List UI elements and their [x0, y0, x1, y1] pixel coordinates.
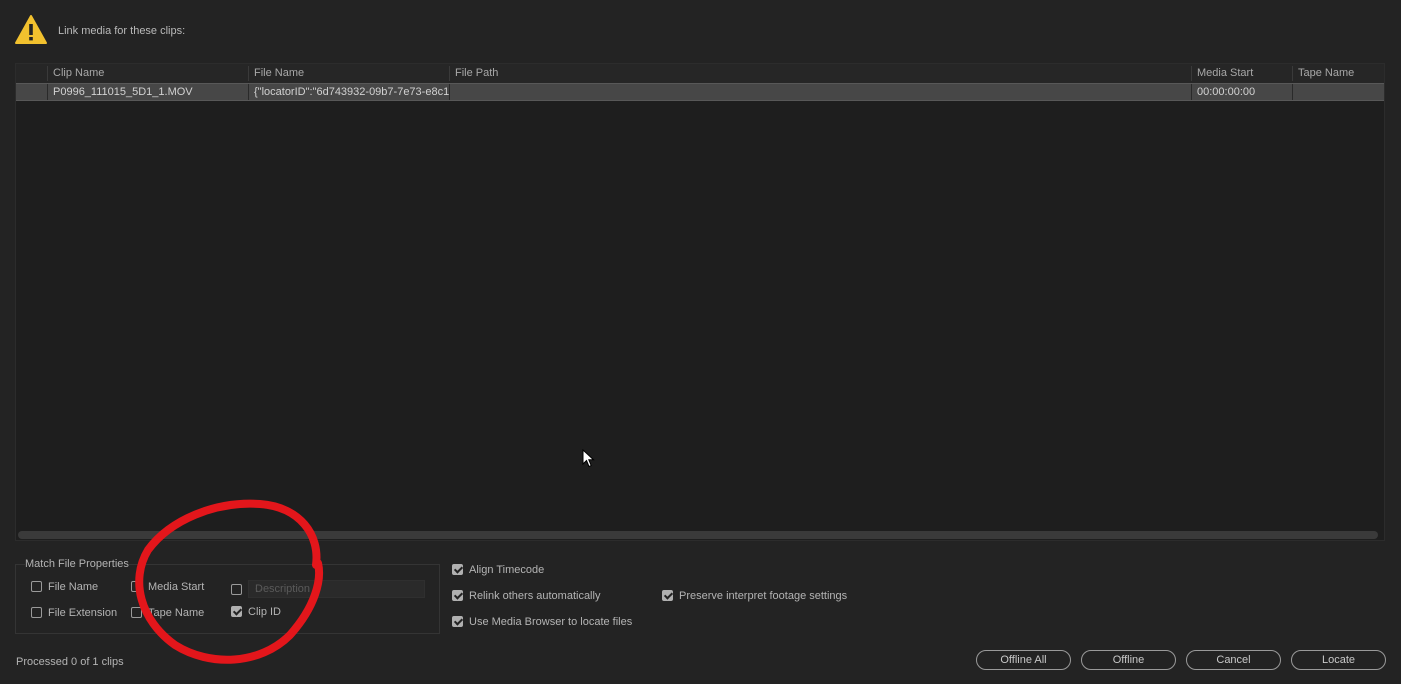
offline-all-button[interactable]: Offline All [976, 650, 1071, 670]
match-file-properties-title: Match File Properties [25, 558, 129, 570]
file-extension-label: File Extension [48, 607, 118, 619]
match-file-properties-group [15, 564, 440, 634]
clip-id-checkbox[interactable] [231, 606, 242, 617]
clip-id-label: Clip ID [248, 606, 282, 618]
warning-icon [15, 15, 47, 44]
clips-table[interactable]: Clip Name File Name File Path Media Star… [15, 63, 1385, 541]
chevron-down-icon: ⌵ [255, 584, 262, 594]
file-extension-checkbox[interactable] [31, 607, 42, 618]
column-header-clip-name[interactable]: Clip Name [47, 66, 249, 81]
column-header-tape-name[interactable]: Tape Name [1292, 66, 1384, 81]
media-start-label: Media Start [148, 581, 205, 593]
mouse-cursor-icon [582, 449, 595, 468]
description-dropdown[interactable]: Description ⌵ [248, 580, 425, 598]
column-header-file-path[interactable]: File Path [449, 66, 1191, 81]
column-header-file-name[interactable]: File Name [248, 66, 450, 81]
preserve-interpret-checkbox[interactable] [662, 590, 673, 601]
cell-file-name: {"locatorID":"6d743932-09b7-7e73-e8c1 [248, 84, 450, 100]
cancel-button[interactable]: Cancel [1186, 650, 1281, 670]
table-header: Clip Name File Name File Path Media Star… [16, 64, 1384, 83]
media-start-checkbox[interactable] [131, 581, 142, 592]
use-media-browser-label: Use Media Browser to locate files [469, 616, 633, 628]
relink-others-checkbox[interactable] [452, 590, 463, 601]
file-name-label: File Name [48, 581, 99, 593]
relink-others-label: Relink others automatically [469, 590, 601, 602]
description-checkbox[interactable] [231, 584, 242, 595]
column-header-media-start[interactable]: Media Start [1191, 66, 1292, 81]
table-row[interactable]: P0996_111015_5D1_1.MOV {"locatorID":"6d7… [16, 83, 1384, 101]
offline-button[interactable]: Offline [1081, 650, 1176, 670]
file-name-checkbox[interactable] [31, 581, 42, 592]
use-media-browser-checkbox[interactable] [452, 616, 463, 627]
align-timecode-label: Align Timecode [469, 564, 545, 576]
cell-media-start: 00:00:00:00 [1191, 84, 1292, 100]
status-text: Processed 0 of 1 clips [16, 656, 124, 668]
locate-button[interactable]: Locate [1291, 650, 1386, 670]
horizontal-scrollbar[interactable] [18, 531, 1378, 539]
cell-file-path [449, 84, 1191, 100]
align-timecode-checkbox[interactable] [452, 564, 463, 575]
tape-name-label: Tape Name [148, 607, 205, 619]
link-media-prompt: Link media for these clips: [58, 25, 186, 37]
cell-clip-name: P0996_111015_5D1_1.MOV [47, 84, 249, 100]
cell-tape-name [1292, 84, 1384, 100]
preserve-interpret-label: Preserve interpret footage settings [679, 590, 848, 602]
tape-name-checkbox[interactable] [131, 607, 142, 618]
